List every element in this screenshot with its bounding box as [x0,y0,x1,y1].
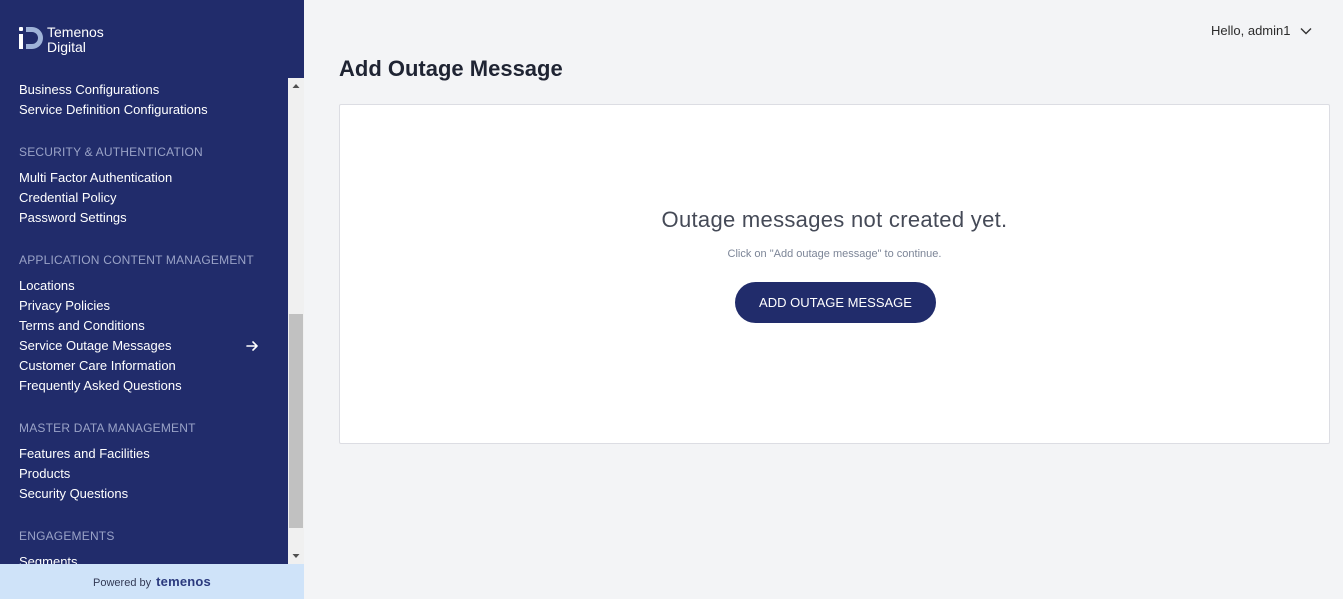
sidebar-item-locations[interactable]: Locations [0,276,288,296]
sidebar-group-security-authentication: SECURITY & AUTHENTICATION [19,145,203,159]
sidebar-item-business-configurations[interactable]: Business Configurations [0,80,288,100]
user-menu[interactable]: Hello, admin1 [1211,23,1312,38]
chevron-down-icon [1300,27,1311,34]
scrollbar-thumb[interactable] [289,314,303,528]
sidebar-item-privacy-policies[interactable]: Privacy Policies [0,296,288,316]
sidebar-nav: Business Configurations Service Definiti… [0,78,288,564]
sidebar-item-products[interactable]: Products [0,464,288,484]
logo-line-2: Digital [47,39,86,55]
scroll-down-arrow-icon[interactable] [288,548,304,564]
temenos-wordmark: temenos [156,574,211,589]
empty-state-subtitle: Click on "Add outage message" to continu… [727,248,942,260]
sidebar-item-frequently-asked-questions[interactable]: Frequently Asked Questions [0,376,288,396]
add-outage-message-button[interactable]: ADD OUTAGE MESSAGE [735,282,936,323]
sidebar-item-credential-policy[interactable]: Credential Policy [0,188,288,208]
brand-logo[interactable]: Temenos Digital [18,25,104,55]
sidebar-group-engagements: ENGAGEMENTS [19,529,115,543]
scroll-up-arrow-icon[interactable] [288,78,304,94]
sidebar-group-application-content-management: APPLICATION CONTENT MANAGEMENT [19,253,254,267]
page-title: Add Outage Message [339,56,563,81]
sidebar-item-service-definition-configurations[interactable]: Service Definition Configurations [0,100,288,120]
powered-by-label: Powered by [93,576,152,589]
sidebar-item-multi-factor-authentication[interactable]: Multi Factor Authentication [0,168,288,188]
sidebar-item-label: Service Outage Messages [19,338,172,353]
sidebar-item-terms-and-conditions[interactable]: Terms and Conditions [0,316,288,336]
sidebar-item-segments[interactable]: Segments [0,552,288,564]
sidebar-item-security-questions[interactable]: Security Questions [0,484,288,504]
sidebar-scrollbar[interactable] [288,78,304,564]
temenos-logo-icon [19,27,43,49]
empty-state-card: Outage messages not created yet. Click o… [339,104,1330,444]
user-greeting: Hello, admin1 [1211,23,1291,38]
powered-by-footer: Powered by temenos [0,564,304,599]
sidebar-item-features-and-facilities[interactable]: Features and Facilities [0,444,288,464]
sidebar-group-master-data-management: MASTER DATA MANAGEMENT [19,421,196,435]
empty-state-title: Outage messages not created yet. [661,207,1008,232]
sidebar-item-customer-care-information[interactable]: Customer Care Information [0,356,288,376]
sidebar: Temenos Digital Business Configurations … [0,0,304,599]
sidebar-item-password-settings[interactable]: Password Settings [0,208,288,228]
arrow-right-icon [246,341,258,351]
logo-line-1: Temenos [47,24,104,40]
sidebar-item-service-outage-messages[interactable]: Service Outage Messages [0,336,288,356]
